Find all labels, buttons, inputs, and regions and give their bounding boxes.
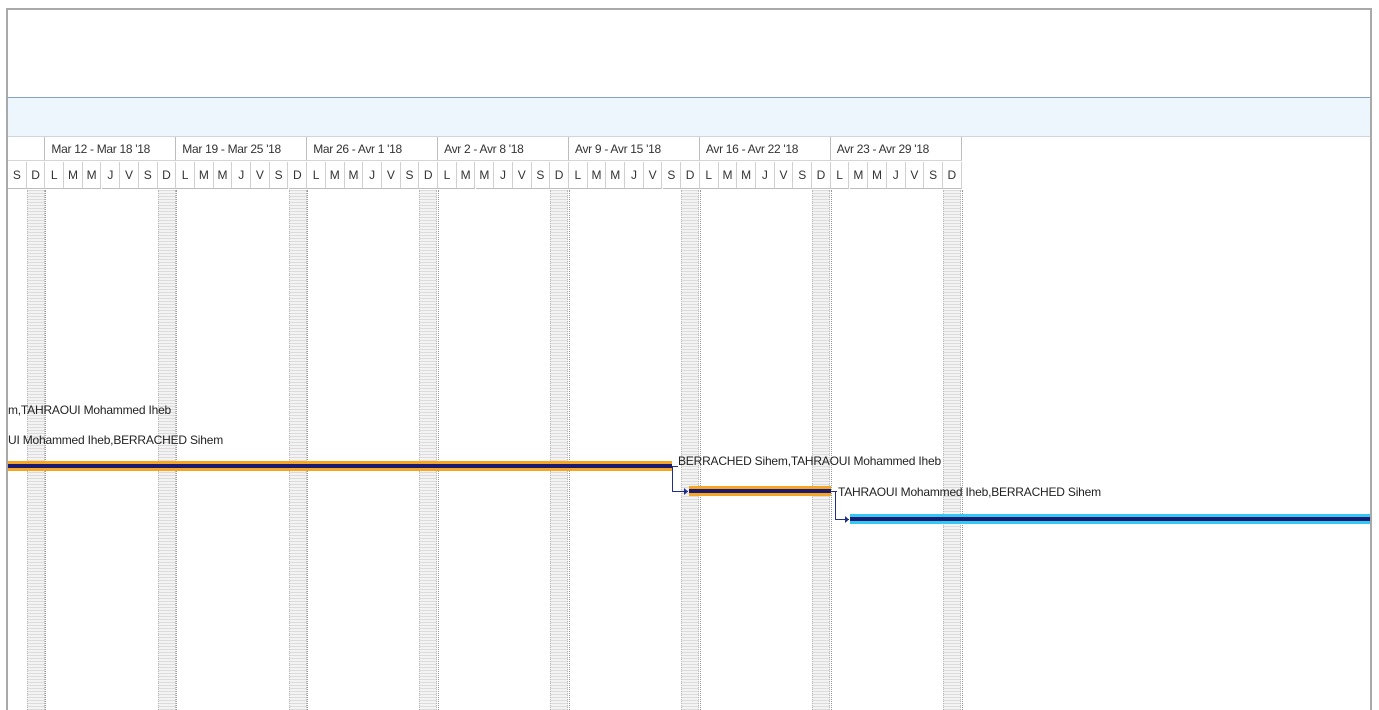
timescale-day-header: L xyxy=(569,162,588,189)
week-gridline xyxy=(307,190,309,710)
timescale-day-header: M xyxy=(718,162,738,189)
week-gridline xyxy=(45,190,47,710)
timescale-day-header: J xyxy=(101,162,121,189)
gantt-grid[interactable]: m,TAHRAOUI Mohammed Iheb UI Mohammed Ihe… xyxy=(8,190,1370,710)
nonworking-time-shading xyxy=(812,190,831,710)
timescale-day-header: S xyxy=(138,162,158,189)
table-header-area xyxy=(8,10,1370,98)
dependency-link xyxy=(835,491,836,520)
timescale-day-header: S xyxy=(793,162,813,189)
timescale-week-header: Mar 12 - Mar 18 '18 xyxy=(45,137,177,161)
progress-bar xyxy=(850,517,1370,521)
timescale-week-header: Avr 23 - Avr 29 '18 xyxy=(830,137,962,161)
timescale-day-header: V xyxy=(512,162,532,189)
progress-bar xyxy=(689,489,831,493)
week-gridline xyxy=(438,190,440,710)
progress-bar xyxy=(8,464,672,468)
timescale-day-header: V xyxy=(382,162,401,189)
task-resource-label: m,TAHRAOUI Mohammed Iheb xyxy=(8,403,172,417)
task-resource-label: TAHRAOUI Mohammed Iheb,BERRACHED Sihem xyxy=(838,485,1101,499)
timescale[interactable]: Mar 12 - Mar 18 '18 Mar 19 - Mar 25 '18 Ma… xyxy=(8,137,1370,189)
nonworking-time-shading xyxy=(943,190,961,710)
timescale-day-header: V xyxy=(120,162,139,189)
nonworking-time-shading xyxy=(288,190,307,710)
gantt-chart-view: Mar 12 - Mar 18 '18 Mar 19 - Mar 25 '18 Ma… xyxy=(6,8,1372,710)
nonworking-time-shading xyxy=(26,190,45,710)
timescale-week-header: Avr 9 - Avr 15 '18 xyxy=(569,137,700,161)
timescale-day-header: S xyxy=(8,162,27,189)
timescale-day-header: D xyxy=(26,162,46,189)
timescale-day-header: M xyxy=(64,162,83,189)
timescale-day-header: M xyxy=(587,162,607,189)
timescale-day-header: J xyxy=(363,162,382,189)
timescale-day-header: J xyxy=(756,162,775,189)
timescale-day-header: M xyxy=(213,162,233,189)
timescale-day-header: D xyxy=(943,162,962,189)
timescale-day-header: J xyxy=(625,162,644,189)
timescale-day-header: S xyxy=(269,162,289,189)
task-bar[interactable] xyxy=(8,461,672,471)
timescale-day-header: V xyxy=(643,162,663,189)
header-band xyxy=(8,98,1370,137)
nonworking-time-shading xyxy=(157,190,176,710)
timescale-day-header: D xyxy=(681,162,700,189)
week-gridline xyxy=(569,190,570,710)
week-gridline xyxy=(176,190,178,710)
timescale-day-header: L xyxy=(45,162,65,189)
nonworking-time-shading xyxy=(550,190,569,710)
timescale-day-header: D xyxy=(288,162,308,189)
task-resource-label: UI Mohammed Iheb,BERRACHED Sihem xyxy=(8,433,224,447)
timescale-day-header: S xyxy=(400,162,420,189)
timescale-day-header: D xyxy=(812,162,831,189)
timescale-day-header: M xyxy=(737,162,756,189)
timescale-day-header: D xyxy=(157,162,177,189)
nonworking-time-shading xyxy=(419,190,438,710)
dependency-link xyxy=(831,491,837,492)
timescale-day-header: M xyxy=(325,162,345,189)
timescale-day-header: V xyxy=(905,162,925,189)
timescale-day-header: M xyxy=(868,162,887,189)
dependency-link xyxy=(672,466,673,492)
timescale-day-header: J xyxy=(494,162,513,189)
timescale-day-header: V xyxy=(774,162,794,189)
timescale-day-header: S xyxy=(531,162,551,189)
timescale-day-header: M xyxy=(456,162,476,189)
timescale-day-header: M xyxy=(606,162,626,189)
timescale-day-header: M xyxy=(849,162,869,189)
timescale-day-header: J xyxy=(886,162,906,189)
timescale-week-header: Avr 16 - Avr 22 '18 xyxy=(699,137,831,161)
week-gridline xyxy=(699,190,701,710)
week-gridline xyxy=(961,190,963,710)
timescale-day-header: M xyxy=(195,162,214,189)
timescale-day-header: D xyxy=(419,162,439,189)
timescale-week-header: Mar 26 - Avr 1 '18 xyxy=(307,137,439,161)
timescale-day-header: D xyxy=(550,162,569,189)
timescale-day-header: M xyxy=(82,162,102,189)
task-bar[interactable] xyxy=(689,486,831,496)
timescale-day-header: S xyxy=(924,162,943,189)
timescale-day-header: V xyxy=(251,162,270,189)
timescale-week-header: Mar 19 - Mar 25 '18 xyxy=(176,137,308,161)
timescale-day-header: J xyxy=(232,162,252,189)
timescale-day-header: M xyxy=(344,162,364,189)
timescale-week-header: Avr 2 - Avr 8 '18 xyxy=(438,137,569,161)
timescale-day-header: L xyxy=(699,162,719,189)
nonworking-time-shading xyxy=(681,190,700,710)
timescale-day-header: M xyxy=(475,162,495,189)
task-bar[interactable] xyxy=(850,514,1370,524)
timescale-day-header: L xyxy=(307,162,326,189)
timescale-day-header: L xyxy=(438,162,457,189)
timescale-day-header: S xyxy=(662,162,682,189)
task-resource-label: BERRACHED Sihem,TAHRAOUI Mohammed Iheb xyxy=(678,454,941,468)
timescale-week-header xyxy=(8,137,46,161)
link-arrow-icon xyxy=(845,516,849,523)
timescale-day-header: L xyxy=(176,162,195,189)
week-gridline xyxy=(830,190,832,710)
timescale-day-header: L xyxy=(830,162,850,189)
